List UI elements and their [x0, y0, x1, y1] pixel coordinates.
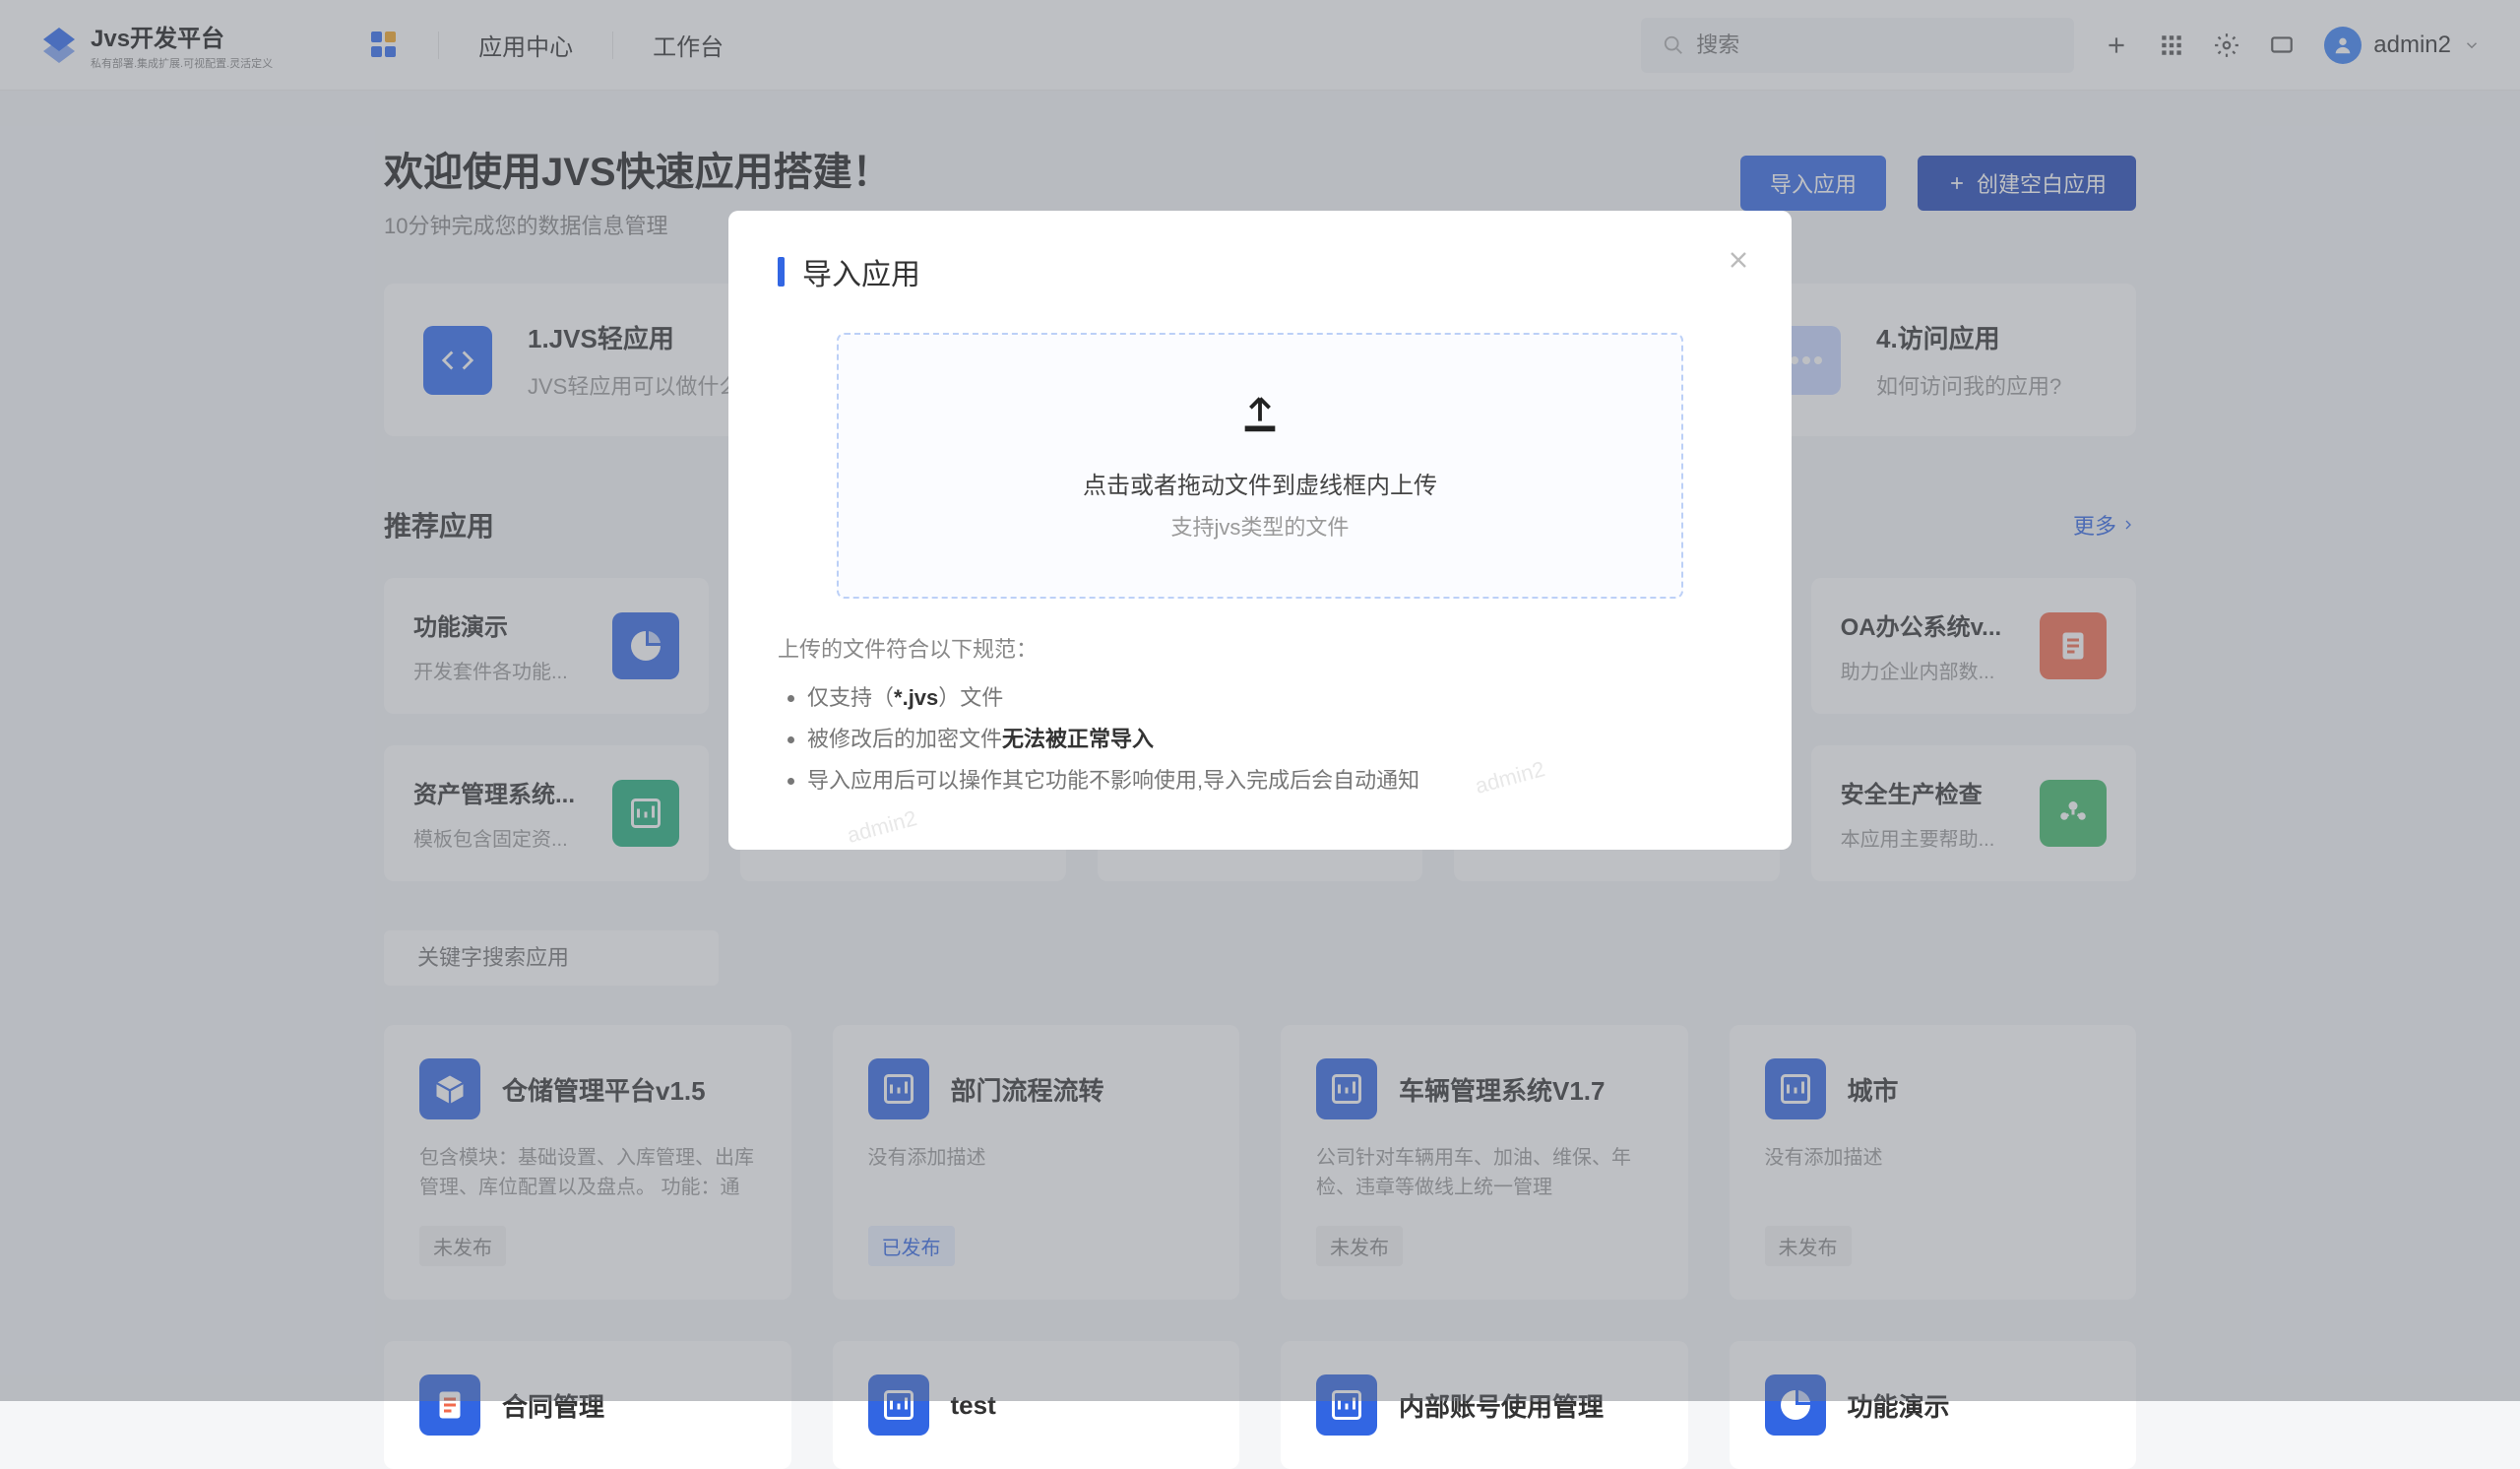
upload-icon — [1237, 391, 1283, 436]
title-accent — [778, 257, 785, 287]
modal-title: 导入应用 — [802, 250, 920, 293]
import-app-modal: 导入应用 点击或者拖动文件到虚线框内上传 支持jvs类型的文件 上传的文件符合以… — [728, 211, 1792, 850]
rule-item: 仅支持（*.jvs）文件 — [807, 677, 1742, 719]
upload-dropzone[interactable]: 点击或者拖动文件到虚线框内上传 支持jvs类型的文件 — [837, 333, 1683, 599]
rule-item: 被修改后的加密文件无法被正常导入 — [807, 719, 1742, 760]
rules-list: 仅支持（*.jvs）文件 被修改后的加密文件无法被正常导入 导入应用后可以操作其… — [778, 677, 1742, 800]
upload-text: 点击或者拖动文件到虚线框内上传 — [1083, 466, 1437, 500]
rule-item: 导入应用后可以操作其它功能不影响使用,导入完成后会自动通知 — [807, 760, 1742, 801]
watermark: admin2 — [845, 805, 919, 849]
modal-overlay[interactable]: 导入应用 点击或者拖动文件到虚线框内上传 支持jvs类型的文件 上传的文件符合以… — [0, 0, 2520, 1401]
upload-hint: 支持jvs类型的文件 — [1171, 510, 1350, 542]
close-icon[interactable] — [1725, 246, 1752, 274]
rules-title: 上传的文件符合以下规范： — [778, 632, 1742, 664]
